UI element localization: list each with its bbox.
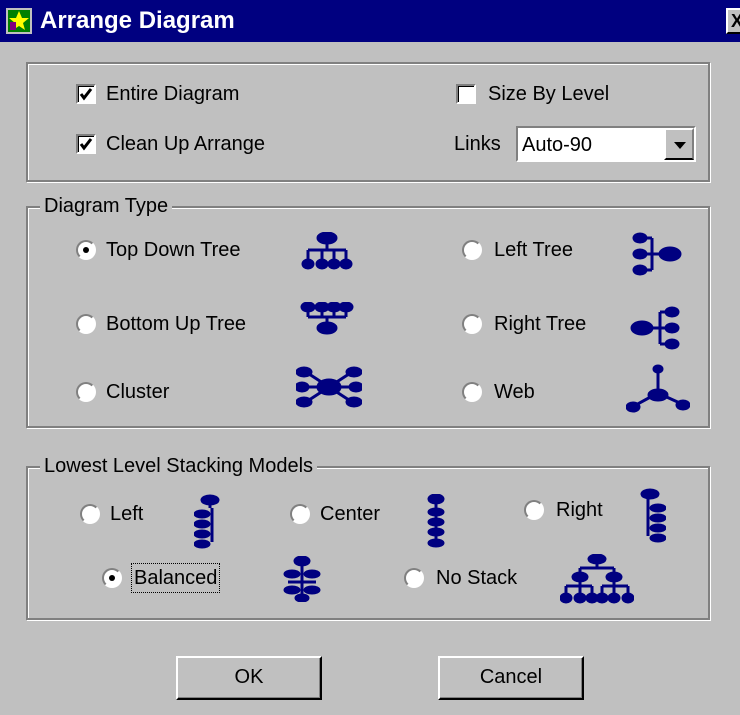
- stack-center-label: Center: [320, 503, 381, 525]
- radio-stack-center[interactable]: [290, 504, 310, 524]
- cluster-icon: [296, 366, 362, 408]
- balanced-stack-icon: [283, 556, 321, 602]
- clean-up-arrange-checkbox[interactable]: [76, 134, 96, 154]
- close-button[interactable]: X: [726, 8, 740, 34]
- web-label: Web: [494, 381, 535, 403]
- stack-left-label: Left: [110, 503, 144, 525]
- radio-stack-right[interactable]: [524, 500, 544, 520]
- bottom-up-tree-label: Bottom Up Tree: [106, 313, 247, 335]
- center-stack-icon: [427, 494, 445, 548]
- links-label: Links: [454, 133, 501, 155]
- radio-stack-balanced[interactable]: [102, 568, 122, 588]
- left-tree-icon: [632, 232, 682, 276]
- top-down-tree-label: Top Down Tree: [106, 239, 241, 261]
- cluster-label: Cluster: [106, 381, 170, 403]
- links-select[interactable]: Auto-90: [516, 126, 696, 162]
- cancel-button[interactable]: Cancel: [438, 656, 584, 700]
- radio-right-tree[interactable]: [462, 314, 482, 334]
- links-select-value: Auto-90: [522, 134, 593, 156]
- radio-top-down-tree[interactable]: [76, 240, 96, 260]
- size-by-level-checkbox[interactable]: [456, 84, 476, 104]
- links-dropdown-button[interactable]: [664, 128, 694, 160]
- no-stack-label: No Stack: [436, 567, 518, 589]
- clean-up-arrange-label: Clean Up Arrange: [106, 133, 265, 155]
- radio-stack-left[interactable]: [80, 504, 100, 524]
- web-icon: [626, 364, 690, 413]
- entire-diagram-label: Entire Diagram: [106, 83, 240, 105]
- radio-no-stack[interactable]: [404, 568, 424, 588]
- size-by-level-label: Size By Level: [488, 83, 610, 105]
- radio-left-tree[interactable]: [462, 240, 482, 260]
- options-panel: [26, 62, 710, 182]
- left-tree-label: Left Tree: [494, 239, 573, 261]
- radio-cluster[interactable]: [76, 382, 96, 402]
- top-down-tree-icon: [301, 232, 353, 270]
- stack-right-label: Right: [556, 499, 603, 521]
- ok-button[interactable]: OK: [176, 656, 322, 700]
- checkmark-icon: [79, 138, 93, 151]
- title-bar: Arrange Diagram X: [0, 0, 740, 42]
- app-icon: [6, 8, 32, 34]
- stack-balanced-label: Balanced: [130, 563, 221, 593]
- diagram-type-legend: Diagram Type: [40, 194, 173, 218]
- entire-diagram-checkbox[interactable]: [76, 84, 96, 104]
- right-stack-icon: [640, 488, 666, 543]
- left-stack-icon: [194, 494, 220, 549]
- radio-bottom-up-tree[interactable]: [76, 314, 96, 334]
- radio-web[interactable]: [462, 382, 482, 402]
- checkmark-icon: [79, 88, 93, 101]
- stacking-models-legend: Lowest Level Stacking Models: [40, 454, 318, 478]
- no-stack-icon: [560, 554, 634, 604]
- right-tree-label: Right Tree: [494, 313, 587, 335]
- window-title: Arrange Diagram: [40, 7, 235, 34]
- right-tree-icon: [630, 306, 680, 350]
- bottom-up-tree-icon: [300, 302, 354, 335]
